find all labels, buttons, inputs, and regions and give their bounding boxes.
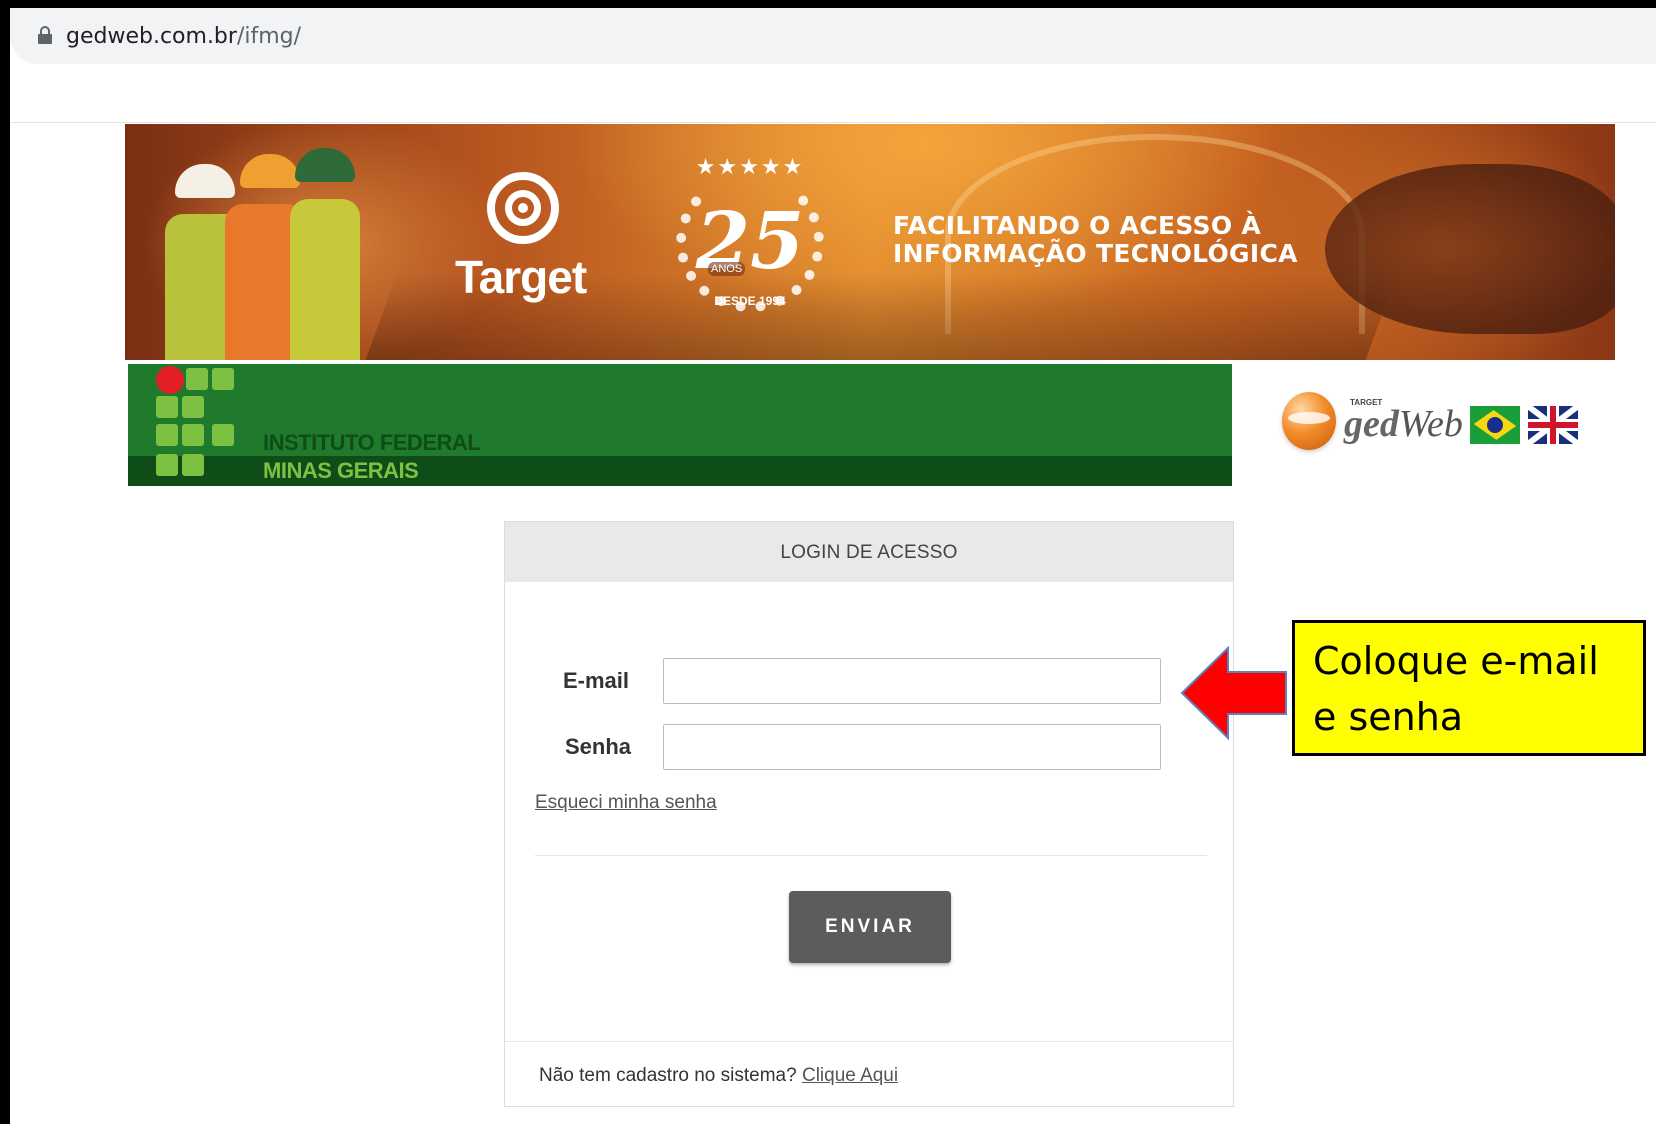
ifmg-logo-square: [182, 396, 204, 418]
browser-address-bar[interactable]: gedweb.com.br/ifmg/: [10, 8, 1656, 64]
url-host: gedweb.com.br: [66, 24, 237, 49]
ifmg-logo-square: [212, 368, 234, 390]
login-card: LOGIN DE ACESSO E-mail Senha Esqueci min…: [504, 521, 1234, 1107]
url-path: /ifmg/: [236, 24, 302, 49]
handshake-graphic: [1325, 164, 1615, 334]
register-prompt: Não tem cadastro no sistema? Clique Aqui: [539, 1065, 898, 1087]
register-prompt-text: Não tem cadastro no sistema?: [539, 1065, 797, 1086]
password-label: Senha: [565, 734, 632, 759]
ifmg-logo-square: [182, 424, 204, 446]
workers-photo: [155, 144, 415, 360]
target-banner: Target ★★★★★ 25 ANOS DESDE 1994 FACILITA…: [125, 124, 1615, 360]
anniversary-since: DESDE 1994: [714, 294, 786, 308]
card-footer-divider: [505, 1041, 1233, 1042]
slogan-line-2: INFORMAÇÃO TECNOLÓGICA: [893, 239, 1298, 268]
login-card-header: LOGIN DE ACESSO: [505, 522, 1233, 582]
uk-flag-icon[interactable]: [1528, 406, 1578, 444]
submit-button[interactable]: ENVIAR: [789, 891, 951, 963]
anniversary-badge: ★★★★★ 25 ANOS DESDE 1994: [670, 154, 830, 324]
ifmg-logo-square: [182, 454, 204, 476]
gedweb-wordmark-bold: ged: [1344, 403, 1399, 445]
gedweb-sphere-icon: [1282, 392, 1336, 450]
target-logo: Target: [455, 172, 595, 303]
anniversary-number: 25: [695, 196, 805, 287]
brazil-flag-icon[interactable]: [1470, 406, 1520, 444]
register-link[interactable]: Clique Aqui: [802, 1065, 898, 1086]
anniversary-anos: ANOS: [708, 262, 746, 276]
ifmg-logo-square: [156, 424, 178, 446]
instruction-callout: Coloque e-mail e senha: [1292, 620, 1646, 756]
callout-line-2: e senha: [1313, 695, 1464, 739]
email-label: E-mail: [563, 668, 630, 693]
stars-icon: ★★★★★: [695, 154, 805, 179]
forgot-password-link[interactable]: Esqueci minha senha: [535, 792, 717, 814]
left-arrow-icon: [1180, 646, 1287, 740]
card-divider: [535, 855, 1207, 856]
login-title: LOGIN DE ACESSO: [780, 542, 958, 563]
gedweb-wordmark-rest: Web: [1398, 403, 1463, 445]
email-field[interactable]: [663, 658, 1161, 704]
ifmg-header: INSTITUTO FEDERAL MINAS GERAIS: [128, 364, 1232, 486]
callout-line-1: Coloque e-mail: [1313, 639, 1599, 683]
ifmg-logo-square: [156, 454, 178, 476]
url-text[interactable]: gedweb.com.br/ifmg/: [66, 24, 301, 49]
password-field[interactable]: [663, 724, 1161, 770]
ifmg-logo-red-dot: [156, 366, 184, 394]
target-wordmark: Target: [455, 251, 587, 303]
slogan-line-1: FACILITANDO O ACESSO À: [893, 211, 1262, 240]
target-icon: [487, 172, 559, 244]
lock-icon: [38, 26, 52, 44]
ifmg-name-line-1: INSTITUTO FEDERAL: [263, 430, 481, 455]
ifmg-logo-square: [156, 396, 178, 418]
gedweb-logo: TARGET gedWeb: [1280, 388, 1463, 458]
gedweb-wordmark: gedWeb: [1344, 402, 1463, 446]
ifmg-name-line-2: MINAS GERAIS: [263, 458, 419, 483]
ifmg-logo-square: [212, 424, 234, 446]
ifmg-logo-square: [186, 368, 208, 390]
page-divider: [10, 122, 1656, 123]
banner-slogan: FACILITANDO O ACESSO À INFORMAÇÃO TECNOL…: [893, 212, 1298, 268]
